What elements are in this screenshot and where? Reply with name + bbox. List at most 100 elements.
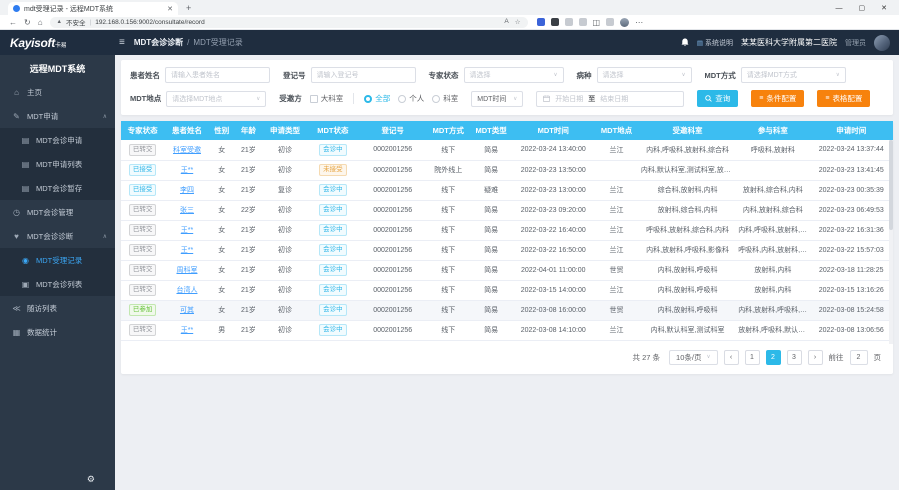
disease-select[interactable]: 请选择 ∨	[597, 67, 692, 83]
patient-name-link[interactable]: 王**	[181, 167, 193, 174]
table-scrollbar[interactable]	[889, 140, 893, 344]
cell-invited_depts: 内科,呼吸科,放射科,综合科	[639, 140, 736, 160]
expert_status-badge: 已转交	[129, 244, 157, 256]
window-minimize-button[interactable]: —	[836, 5, 843, 12]
sidebar-item-statistics[interactable]: ▦ 数据统计	[0, 320, 115, 344]
patient-name-link[interactable]: 李四	[180, 187, 194, 194]
invitee-radio-all[interactable]: 全部	[364, 93, 390, 104]
cell-expert_status: 已转交	[121, 260, 164, 280]
bell-icon[interactable]	[681, 38, 689, 47]
date-range-picker[interactable]: 开始日期 至 结束日期	[536, 91, 684, 107]
cell-reg_no: 0002001256	[359, 140, 427, 160]
patient-name-input[interactable]	[165, 67, 270, 83]
sidebar-item-followup-list[interactable]: ≪ 随访列表	[0, 296, 115, 320]
extension-icon[interactable]	[565, 18, 573, 26]
patient-name-link[interactable]: 周科室	[176, 267, 197, 274]
page-size-select[interactable]: 10条/页 ∨	[669, 350, 717, 365]
user-avatar[interactable]	[874, 35, 890, 51]
cell-mdt_mode: 院外线上	[427, 160, 470, 180]
new-tab-button[interactable]: +	[186, 3, 191, 15]
cell-mdt_time: 2022-03-08 14:10:00	[512, 320, 594, 340]
table-row: 已转交科室受邀女21岁初诊会诊中0002001256线下简易2022-03-24…	[121, 140, 893, 160]
patient-name-link[interactable]: 台湾人	[176, 287, 197, 294]
sidebar-item-mdt-apply-list[interactable]: ▤ MDT申请列表	[0, 152, 115, 176]
prev-page-button[interactable]: ‹	[724, 350, 739, 365]
back-icon[interactable]: ←	[9, 18, 17, 27]
radio-selected-icon	[364, 95, 372, 103]
sidebar-item-mdt-diagnosis[interactable]: ♥ MDT会诊诊断 ∧	[0, 224, 115, 248]
invitee-radio-dept[interactable]: 科室	[432, 93, 458, 104]
refresh-icon[interactable]: ↻	[24, 18, 31, 27]
extension-icon[interactable]	[537, 18, 545, 26]
patient-name-link[interactable]: 王**	[181, 327, 193, 334]
page-button-3[interactable]: 3	[787, 350, 802, 365]
tab-close-icon[interactable]: ✕	[167, 5, 173, 13]
chart-icon: ▦	[12, 328, 21, 337]
gear-icon[interactable]: ⚙	[87, 474, 95, 485]
page-button-1[interactable]: 1	[745, 350, 760, 365]
patient-name-link[interactable]: 科室受邀	[173, 147, 201, 154]
extension-icon[interactable]	[579, 18, 587, 26]
list-icon: ▤	[21, 160, 30, 169]
split-screen-icon[interactable]: ◫	[593, 18, 601, 27]
cell-mdt_type: 简易	[470, 260, 512, 280]
window-close-button[interactable]: ✕	[881, 4, 887, 12]
cell-apply_time: 2022-03-15 13:16:26	[810, 280, 893, 300]
patient-name-link[interactable]: 可其	[180, 307, 194, 314]
more-menu-icon[interactable]: ⋯	[635, 18, 643, 27]
patient-name-link[interactable]: 张三	[180, 207, 194, 214]
cell-mdt_status: 会诊中	[307, 240, 359, 260]
read-aloud-icon[interactable]: A	[504, 18, 508, 26]
cell-mdt_type: 简易	[470, 300, 512, 320]
cell-apply_type: 初诊	[263, 140, 307, 160]
invitee-radio-person[interactable]: 个人	[398, 93, 424, 104]
breadcrumb-parent[interactable]: MDT会诊诊断	[134, 37, 183, 48]
sidebar-item-mdt-consult-apply[interactable]: ▤ MDT会诊申请	[0, 128, 115, 152]
browser-tab[interactable]: mdt受理记录 - 远程MDT系统 ✕	[8, 2, 178, 15]
reg-no-input[interactable]	[311, 67, 416, 83]
cell-invited_depts: 放射科,综合科,内科	[639, 200, 736, 220]
cell-gender: 女	[210, 180, 234, 200]
next-page-button[interactable]: ›	[808, 350, 823, 365]
table-config-button[interactable]: ≡ 表格配置	[817, 90, 870, 107]
cell-joined_depts: 呼吸科,内科,放射科,影像科	[736, 240, 809, 260]
time-type-select[interactable]: MDT时间 ∨	[471, 91, 523, 107]
kayisoft-logo: Kayisoft卡易	[0, 36, 115, 50]
cell-gender: 女	[210, 240, 234, 260]
system-help-link[interactable]: ▤ 系统说明	[697, 38, 733, 48]
sidebar-item-mdt-consult-draft[interactable]: ▤ MDT会诊暂存	[0, 176, 115, 200]
mdt-place-select[interactable]: 请选择MDT地点 ∨	[166, 91, 266, 107]
cell-invited_depts: 综合科,放射科,内科	[639, 180, 736, 200]
home-browser-icon[interactable]: ⌂	[38, 18, 43, 27]
sidebar-item-mdt-consult-list[interactable]: ▣ MDT会诊列表	[0, 272, 115, 296]
mdt_status-badge: 会诊中	[319, 324, 347, 336]
cell-invited_depts: 呼吸科,放射科,综合科,内科	[639, 220, 736, 240]
cell-mdt_time: 2022-04-01 11:00:00	[512, 260, 594, 280]
window-restore-button[interactable]: ▢	[859, 4, 866, 12]
sidebar-item-mdt-record[interactable]: ◉ MDT受理记录	[0, 248, 115, 272]
cell-mdt_type: 简易	[470, 160, 512, 180]
invitee-checkbox-dept-group[interactable]: 大科室	[310, 93, 344, 104]
mdt-mode-select[interactable]: 请选择MDT方式 ∨	[741, 67, 846, 83]
goto-page-input[interactable]	[850, 350, 868, 365]
sidebar-item-home[interactable]: ⌂ 主页	[0, 80, 115, 104]
sidebar-item-mdt-apply[interactable]: ✎ MDT申请 ∧	[0, 104, 115, 128]
expert-status-select[interactable]: 请选择 ∨	[464, 67, 564, 83]
page-button-2[interactable]: 2	[766, 350, 781, 365]
cell-joined_depts	[736, 160, 809, 180]
favorite-star-icon[interactable]: ☆	[515, 18, 521, 26]
patient-name-link[interactable]: 王**	[181, 247, 193, 254]
patient-name-link[interactable]: 王**	[181, 227, 193, 234]
sidebar-collapse-icon[interactable]: ≡	[119, 37, 125, 48]
browser-profile-icon[interactable]	[620, 18, 629, 27]
extension-icon[interactable]	[551, 18, 559, 26]
url-field[interactable]: ▲ 不安全 | 192.168.0.156:9002/consultate/re…	[50, 17, 528, 28]
settings-lines-icon: ≡	[759, 95, 763, 102]
cell-expert_status: 已转交	[121, 140, 164, 160]
hospital-name: 某某医科大学附属第二医院	[741, 37, 837, 48]
condition-config-button[interactable]: ≡ 条件配置	[751, 90, 804, 107]
search-button[interactable]: 查询	[697, 90, 738, 107]
sidebar-item-mdt-manage[interactable]: ◷ MDT会诊管理	[0, 200, 115, 224]
extension-icon[interactable]	[606, 18, 614, 26]
chevron-down-icon: ∨	[836, 72, 840, 78]
